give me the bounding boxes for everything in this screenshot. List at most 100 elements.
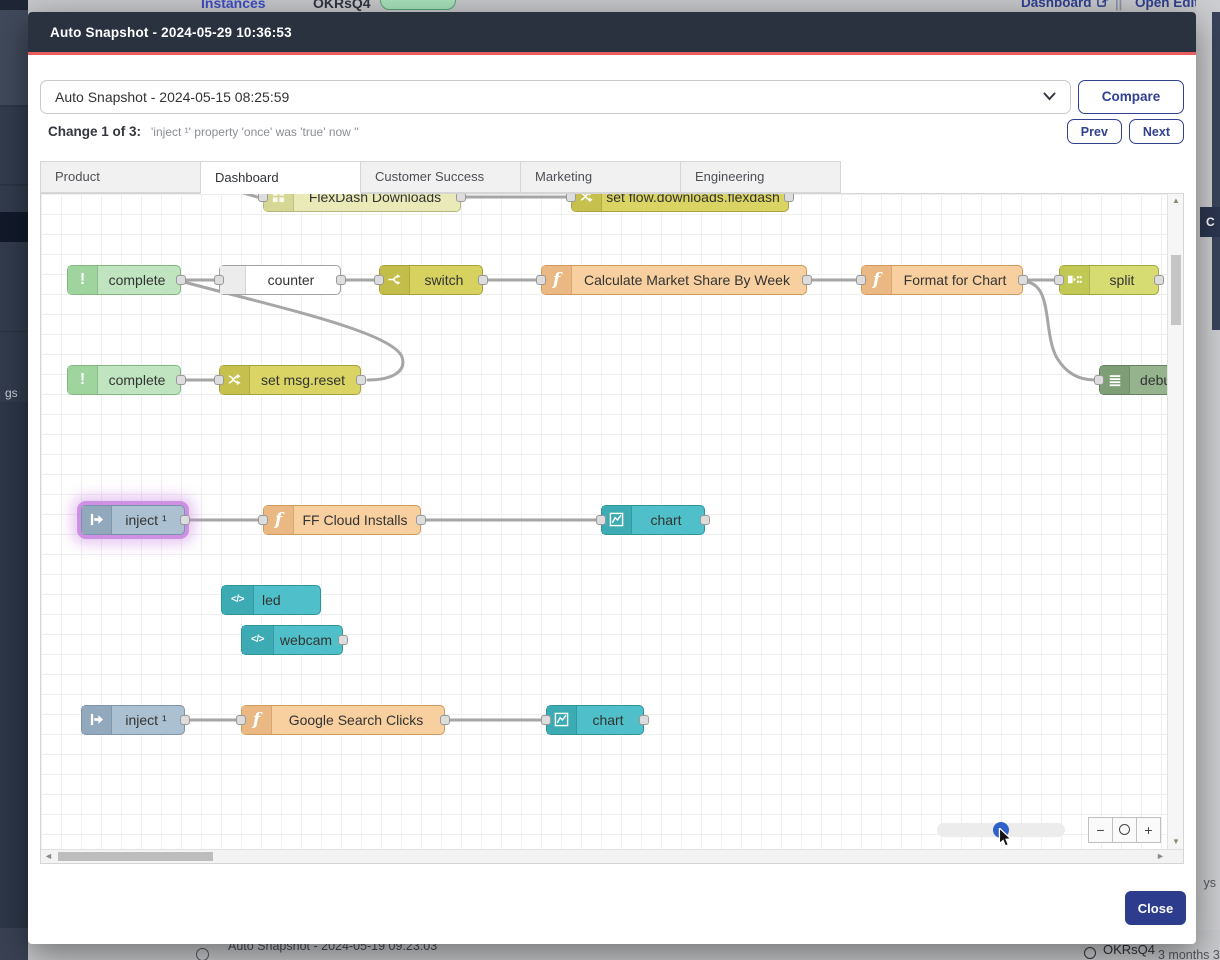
snapshot-select-value: Auto Snapshot - 2024-05-15 08:25:59 [55,89,289,105]
sidebar-item[interactable] [0,242,28,332]
output-port [176,275,186,285]
project-icon [1084,947,1096,959]
input-port [596,515,606,525]
input-port [541,715,551,725]
sidebar-top [0,0,28,10]
output-port [1154,275,1164,285]
canvas-horizontal-scrollbar[interactable]: ◄ ► [41,849,1183,863]
page-right-strip: C [1196,0,1220,960]
sidebar-item[interactable] [0,186,28,212]
output-port [440,715,450,725]
sidebar-bottom [0,928,28,960]
dashboard-link[interactable]: Dashboard [1021,0,1108,10]
flow-node-complete-2[interactable]: ! complete [67,365,181,395]
flow-node-inject-2[interactable]: inject ¹ [81,705,185,735]
canvas-vertical-scrollbar[interactable]: ▲ ▼ [1167,194,1183,849]
page-scrollbar-thumb[interactable] [1212,12,1220,330]
scroll-up-arrow[interactable]: ▲ [1168,194,1183,208]
function-icon: f [264,506,294,534]
zoom-slider-thumb[interactable] [993,822,1009,838]
partial-button[interactable]: C [1200,207,1220,237]
sidebar-item[interactable] [0,107,28,185]
input-port [374,275,384,285]
flexdash-icon [264,194,294,211]
scroll-right-arrow[interactable]: ► [1156,850,1165,863]
tab-product[interactable]: Product [40,161,201,193]
debug-icon [1100,366,1130,394]
switch-icon [380,266,410,294]
chart-icon [602,506,632,534]
output-port [416,515,426,525]
change-icon [220,366,250,394]
external-link-icon [1097,0,1108,8]
compare-button[interactable]: Compare [1078,80,1184,114]
code-icon: </> [222,586,254,614]
flow-node-chart-1[interactable]: chart [601,505,705,535]
prev-button[interactable]: Prev [1067,119,1122,144]
clock-icon [196,948,209,960]
input-port [1054,275,1064,285]
flow-node-flexdash-downloads[interactable]: FlexDash Downloads [263,194,461,212]
output-port [180,715,190,725]
flow-node-switch[interactable]: switch [379,265,483,295]
circle-icon [1119,824,1130,835]
input-port [258,194,268,202]
tab-dashboard[interactable]: Dashboard [200,161,361,194]
sidebar-item-active[interactable] [0,212,28,242]
flow-node-counter[interactable]: counter [219,265,341,295]
snapshot-compare-modal: Auto Snapshot - 2024-05-29 10:36:53 Auto… [28,12,1196,944]
zoom-reset-button[interactable] [1112,817,1137,843]
zoom-button-group: − + [1089,817,1161,843]
input-port [214,375,224,385]
output-port [1018,275,1028,285]
page-header-strip: Instances OKRsQ4 Dashboard || Open Edito… [28,0,1220,12]
accent-divider [28,52,1196,55]
flow-node-format-for-chart[interactable]: f Format for Chart [861,265,1023,295]
code-icon: </> [242,626,274,654]
flow-node-led[interactable]: </> led [221,585,321,615]
flow-canvas[interactable]: FlexDash Downloads set flow.downloads.fl… [41,194,1183,849]
flow-node-webcam[interactable]: </> webcam [241,625,343,655]
close-button[interactable]: Close [1125,891,1186,925]
function-icon: f [242,706,272,734]
flow-node-set-flow-downloads[interactable]: set flow.downloads.flexdash [571,194,789,212]
exclamation-icon: ! [68,366,98,394]
input-port [566,194,576,202]
snapshot-select[interactable]: Auto Snapshot - 2024-05-15 08:25:59 [40,80,1071,114]
flow-node-complete-1[interactable]: ! complete [67,265,181,295]
vertical-scrollbar-thumb[interactable] [1171,255,1181,325]
output-port [176,375,186,385]
change-description: 'inject ¹' property 'once' was 'true' no… [151,125,359,139]
scroll-down-arrow[interactable]: ▼ [1168,835,1183,849]
output-port [802,275,812,285]
zoom-in-button[interactable]: + [1136,817,1161,843]
flow-node-chart-2[interactable]: chart [546,705,644,735]
split-icon [1060,266,1090,294]
flow-node-set-msg-reset[interactable]: set msg.reset [219,365,361,395]
footer-project-text: OKRsQ4 [1103,942,1155,957]
flow-node-google-search-clicks[interactable]: f Google Search Clicks [241,705,445,735]
input-port [1094,375,1104,385]
tab-marketing[interactable]: Marketing [520,161,681,193]
flow-node-calculate-market-share[interactable]: f Calculate Market Share By Week [541,265,807,295]
output-port [180,515,190,525]
footer-age-text: 3 months 3 weeks 4 d [1158,948,1220,960]
horizontal-scrollbar-thumb[interactable] [58,852,213,861]
tab-customer-success[interactable]: Customer Success [360,161,521,193]
next-button[interactable]: Next [1129,119,1184,144]
zoom-out-button[interactable]: − [1088,817,1113,843]
flow-node-split[interactable]: split [1059,265,1159,295]
tab-engineering[interactable]: Engineering [680,161,841,193]
flow-node-inject-selected[interactable]: inject ¹ [81,505,185,535]
input-port [214,275,224,285]
chevron-down-icon [1043,92,1056,101]
input-port [236,715,246,725]
breadcrumb-instances[interactable]: Instances [201,0,266,11]
scroll-left-arrow[interactable]: ◄ [44,850,53,863]
inject-icon [82,506,112,534]
input-port [856,275,866,285]
flow-node-ff-cloud-installs[interactable]: f FF Cloud Installs [263,505,421,535]
zoom-slider[interactable] [937,823,1065,837]
output-port [456,194,466,202]
sidebar-partial-label: gs [5,386,18,400]
